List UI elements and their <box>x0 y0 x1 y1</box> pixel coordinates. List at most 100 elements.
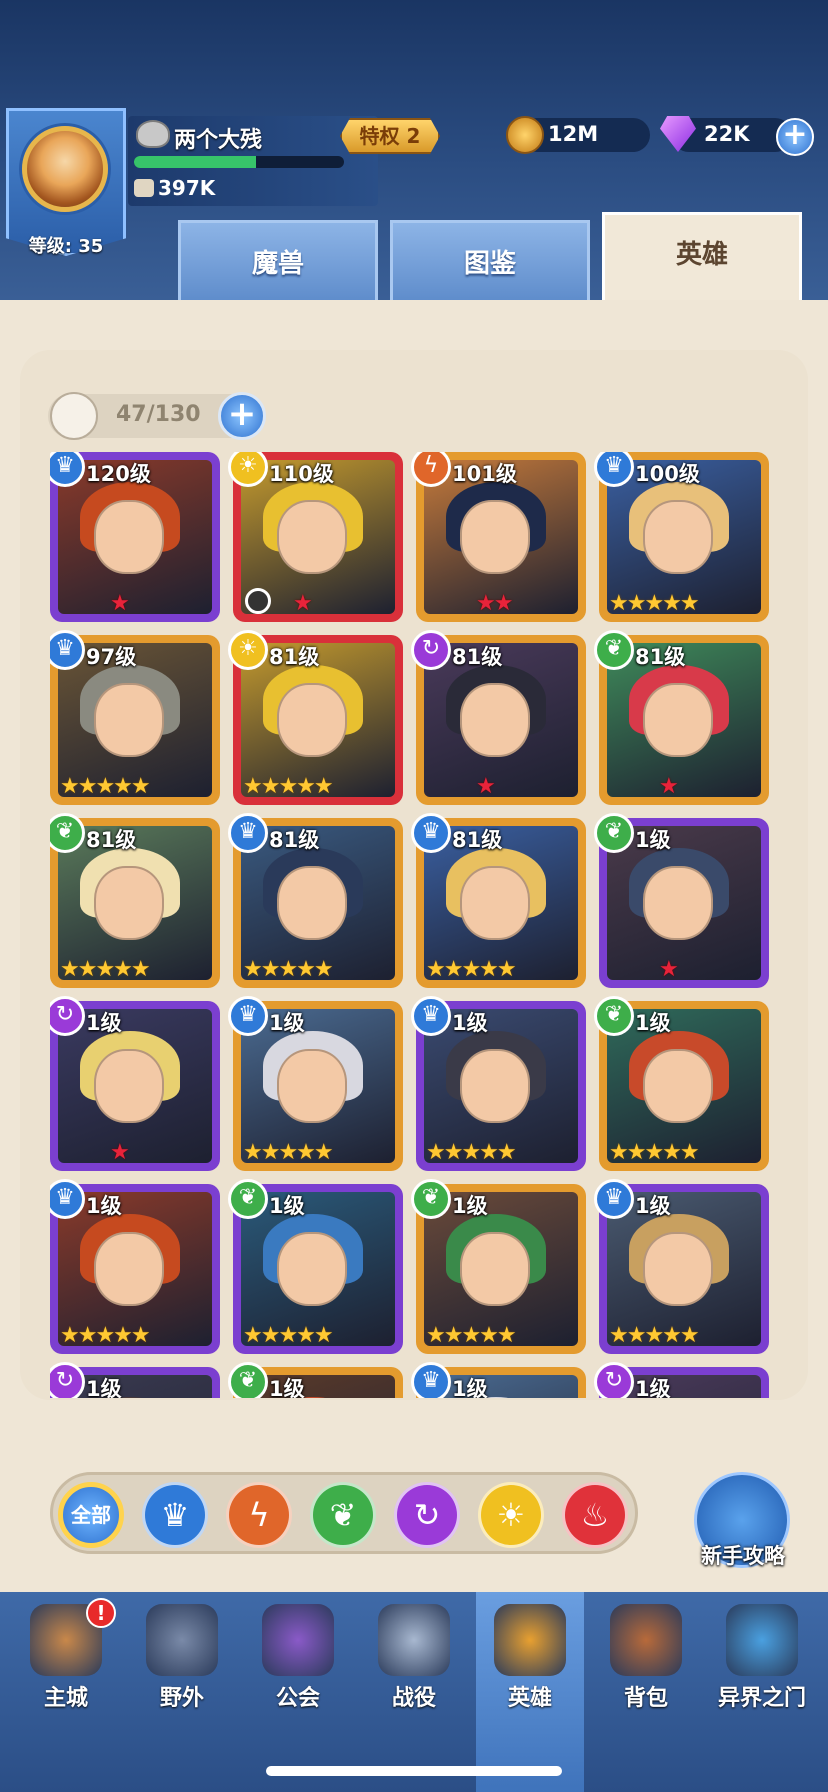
hero-card[interactable]: ♛ 1级 ★★★★★ <box>411 996 586 1171</box>
crown-icon: ♛ <box>411 813 451 853</box>
hero-face <box>643 500 713 574</box>
hero-stars: ★★★★★ <box>243 957 334 982</box>
hero-face <box>277 866 347 940</box>
nav-item-1[interactable]: 野外 <box>128 1596 228 1716</box>
hero-stars: ★ <box>659 957 679 982</box>
hero-face <box>643 1232 713 1306</box>
hero-face <box>277 1232 347 1306</box>
player-avatar[interactable] <box>22 126 108 212</box>
crown-icon: ♛ <box>411 996 451 1036</box>
hero-card[interactable]: ❦ 1级 ★★★★★ <box>411 1179 586 1354</box>
hero-card[interactable]: ♛ 1级 ★★★★★ <box>228 996 403 1171</box>
hero-face <box>643 866 713 940</box>
tab-codex[interactable]: 图鉴 <box>390 220 590 302</box>
hero-level: 81级 <box>269 645 320 669</box>
hero-card[interactable]: ↻ 81级 ★ <box>411 630 586 805</box>
hero-card[interactable]: ♛ 97级 ★★★★★ <box>50 630 220 805</box>
guide-button-label[interactable]: 新手攻略 <box>686 1540 800 1570</box>
hero-card[interactable]: ❦ 1级 ★ <box>594 813 769 988</box>
hero-level: 1级 <box>452 1194 488 1218</box>
filter-flame-icon[interactable]: ♨ <box>562 1482 628 1548</box>
xp-bar-fill <box>134 156 256 168</box>
sun-icon: ☀ <box>228 630 268 670</box>
hero-card[interactable]: ♛ 1级 ★★★★★ <box>594 1179 769 1354</box>
tab-monsters[interactable]: 魔兽 <box>178 220 378 302</box>
hero-level: 81级 <box>269 828 320 852</box>
hero-stars: ★★ <box>476 591 513 616</box>
filter-swirl-icon[interactable]: ↻ <box>394 1482 460 1548</box>
filter-claw-icon[interactable]: ϟ <box>226 1482 292 1548</box>
hero-level: 1级 <box>635 828 671 852</box>
timer-icon <box>245 588 271 614</box>
filter-sun-icon[interactable]: ☀ <box>478 1482 544 1548</box>
hero-card[interactable]: ♛ 1级 <box>411 1362 586 1398</box>
leaf-icon: ❦ <box>594 996 634 1036</box>
crown-icon: ♛ <box>228 813 268 853</box>
power-value: 397K <box>158 176 216 200</box>
hero-card[interactable]: ❦ 1级 ★★★★★ <box>594 996 769 1171</box>
hero-card[interactable]: ☀ 110级 ★ <box>228 452 403 622</box>
hero-stars: ★★★★★ <box>426 957 517 982</box>
nav-item-2[interactable]: 公会 <box>244 1596 344 1716</box>
hero-card[interactable]: ♛ 100级 ★★★★★ <box>594 452 769 622</box>
hero-face <box>460 1232 530 1306</box>
hero-stars: ★★★★★ <box>426 1323 517 1348</box>
gold-amount: 12M <box>548 122 599 146</box>
hero-stars: ★ <box>476 774 496 799</box>
add-gems-button[interactable]: + <box>776 118 814 156</box>
expand-hero-slots-button[interactable]: + <box>218 392 266 440</box>
filter-crown-icon[interactable]: ♛ <box>142 1482 208 1548</box>
hero-level: 1级 <box>269 1194 305 1218</box>
hero-card[interactable]: ↻ 1级 ★ <box>50 996 220 1171</box>
hero-card[interactable]: ϟ 101级 ★★ <box>411 452 586 622</box>
privilege-badge[interactable]: 特权 2 <box>340 118 440 154</box>
filter-all-button[interactable]: 全部 <box>58 1482 124 1548</box>
hero-face <box>460 683 530 757</box>
crown-icon: ♛ <box>228 996 268 1036</box>
hero-face <box>277 1049 347 1123</box>
swirl-icon: ↻ <box>411 630 451 670</box>
nav-item-5[interactable]: 背包 <box>592 1596 692 1716</box>
hero-level: 110级 <box>269 462 334 486</box>
hero-face <box>94 500 164 574</box>
hero-stars: ★ <box>659 774 679 799</box>
hero-card[interactable]: ↻ 1级 <box>50 1362 220 1398</box>
nav-item-6[interactable]: 异界之门 <box>708 1596 808 1716</box>
hero-card[interactable]: ❦ 81级 ★ <box>594 630 769 805</box>
hero-card[interactable]: ↻ 1级 <box>594 1362 769 1398</box>
fist-icon <box>134 179 154 197</box>
hero-card[interactable]: ❦ 1级 ★★★★★ <box>228 1179 403 1354</box>
leaf-icon: ❦ <box>594 813 634 853</box>
power-display: 397K <box>134 176 215 200</box>
hero-card[interactable]: ♛ 81级 ★★★★★ <box>228 813 403 988</box>
hero-face <box>94 683 164 757</box>
hero-stars: ★★★★★ <box>243 1140 334 1165</box>
portal-icon <box>726 1604 798 1676</box>
hero-face <box>94 866 164 940</box>
hero-level: 1级 <box>452 1377 488 1398</box>
nav-item-3[interactable]: 战役 <box>360 1596 460 1716</box>
crossed-swords-icon <box>378 1604 450 1676</box>
tab-heroes[interactable]: 英雄 <box>602 212 802 308</box>
hero-card[interactable]: ♛ 120级 ★ <box>50 452 220 622</box>
hero-face <box>643 1049 713 1123</box>
hero-stars: ★★★★★ <box>243 1323 334 1348</box>
notification-badge: ! <box>86 1598 116 1628</box>
hero-level: 1级 <box>269 1377 305 1398</box>
hero-level: 81级 <box>452 645 503 669</box>
hero-level: 81级 <box>452 828 503 852</box>
hero-card[interactable]: ☀ 81级 ★★★★★ <box>228 630 403 805</box>
nav-item-4[interactable]: 英雄 <box>476 1596 576 1716</box>
hero-card[interactable]: ❦ 1级 <box>228 1362 403 1398</box>
hero-card[interactable]: ❦ 81级 ★★★★★ <box>50 813 220 988</box>
hero-stars: ★★★★★ <box>60 1323 151 1348</box>
hero-level: 1级 <box>635 1377 671 1398</box>
hero-face <box>460 500 530 574</box>
hero-level: 1级 <box>86 1011 122 1035</box>
filter-leaf-icon[interactable]: ❦ <box>310 1482 376 1548</box>
hero-card[interactable]: ♛ 81级 ★★★★★ <box>411 813 586 988</box>
gold-coin-icon <box>506 116 544 154</box>
nav-label: 主城 <box>43 1686 88 1711</box>
hero-card[interactable]: ♛ 1级 ★★★★★ <box>50 1179 220 1354</box>
hero-stars: ★★★★★ <box>609 1323 700 1348</box>
